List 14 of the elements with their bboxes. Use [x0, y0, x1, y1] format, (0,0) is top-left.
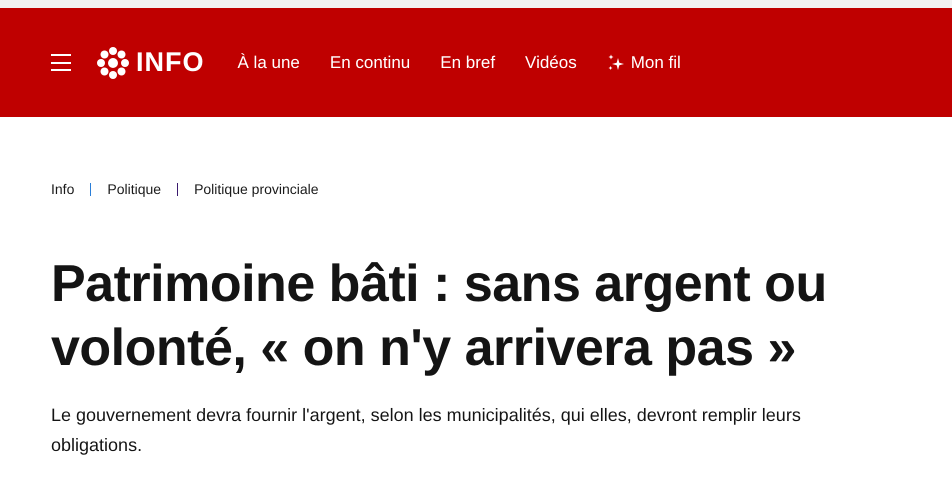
nav-link[interactable]: Mon fil — [606, 50, 681, 76]
menu-icon[interactable] — [51, 54, 71, 71]
nav-link[interactable]: Vidéos — [525, 50, 577, 76]
breadcrumb-link[interactable]: Politique — [107, 179, 162, 200]
article-title: Patrimoine bâti : sans argent ou volonté, « on n'y arrivera pas » — [51, 254, 828, 379]
nav-link[interactable]: À la une — [238, 50, 300, 76]
nav-link[interactable]: En continu — [330, 50, 410, 76]
sparkle-icon — [606, 54, 625, 72]
breadcrumb-link[interactable]: Info — [51, 179, 74, 200]
nav-link[interactable]: En bref — [440, 50, 496, 76]
logo-icon — [96, 46, 130, 80]
breadcrumb-link[interactable]: Politique provinciale — [194, 179, 319, 200]
site-logo[interactable]: INFO — [96, 42, 204, 83]
article-summary: Le gouvernement devra fournir l'argent, selon les municipalités, qui elles, devront remplir leurs obligations. — [51, 404, 802, 457]
